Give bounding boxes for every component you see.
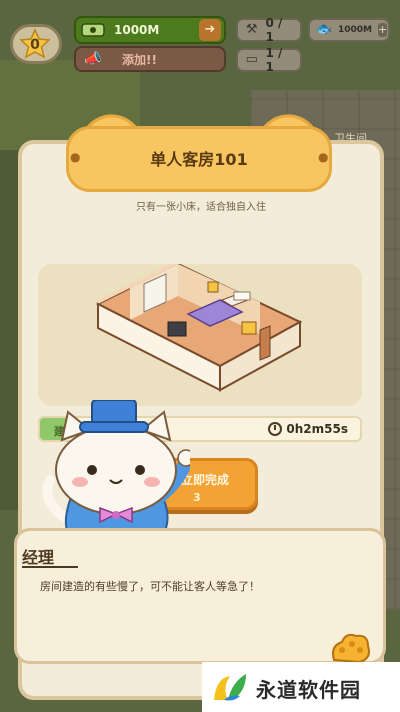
staff-counter[interactable]: ⚒ 0 / 1 [236, 16, 302, 44]
watermark: 永道软件园 [202, 662, 400, 712]
money-bar[interactable]: 1000M ➜ [74, 16, 226, 44]
invite-guests-button[interactable]: 📣 添加!! [74, 46, 226, 72]
plus-icon[interactable]: + [378, 23, 388, 37]
money-value: 1000M [114, 23, 160, 37]
fish-icon: 🐟 [316, 22, 333, 37]
dialogue-message: 房间建造的有些慢了，可不能让客人等急了！ [40, 580, 260, 593]
star-icon: 0 [19, 28, 51, 60]
watermark-logo-icon [214, 674, 246, 701]
watermark-text: 永道软件园 [256, 678, 361, 702]
bed-icon: ▭ [245, 52, 258, 67]
level-number: 0 [30, 37, 40, 53]
time-remaining: 0h2m55s [286, 422, 348, 436]
cash-icon [81, 23, 105, 37]
clock-icon [268, 422, 283, 436]
level-badge[interactable]: 0 [10, 24, 62, 64]
speaker-name: 经理 [22, 548, 55, 567]
manager-cat-character [42, 400, 190, 540]
room-count: 1 / 1 [265, 46, 283, 74]
timer: 0h2m55s [268, 422, 348, 436]
megaphone-icon: 📣 [84, 51, 102, 67]
room-counter[interactable]: ▭ 1 / 1 [236, 46, 302, 74]
wrench-icon: ⚒ [245, 22, 258, 37]
invite-label: 添加!! [122, 52, 157, 67]
room-preview [38, 264, 362, 406]
finish-cost: 3 [193, 491, 201, 504]
room-illustration [94, 264, 303, 392]
fish-currency-value: 1000M [338, 25, 373, 35]
room-title: 单人客房101 [150, 150, 248, 169]
staff-count: 0 / 1 [265, 16, 283, 44]
speaker-underline [22, 566, 78, 568]
room-description: 只有一张小床，适合独自入住 [136, 202, 266, 213]
fish-currency-bar[interactable]: 🐟 1000M + [308, 18, 390, 42]
arrow-right-icon[interactable]: ➜ [199, 19, 221, 41]
